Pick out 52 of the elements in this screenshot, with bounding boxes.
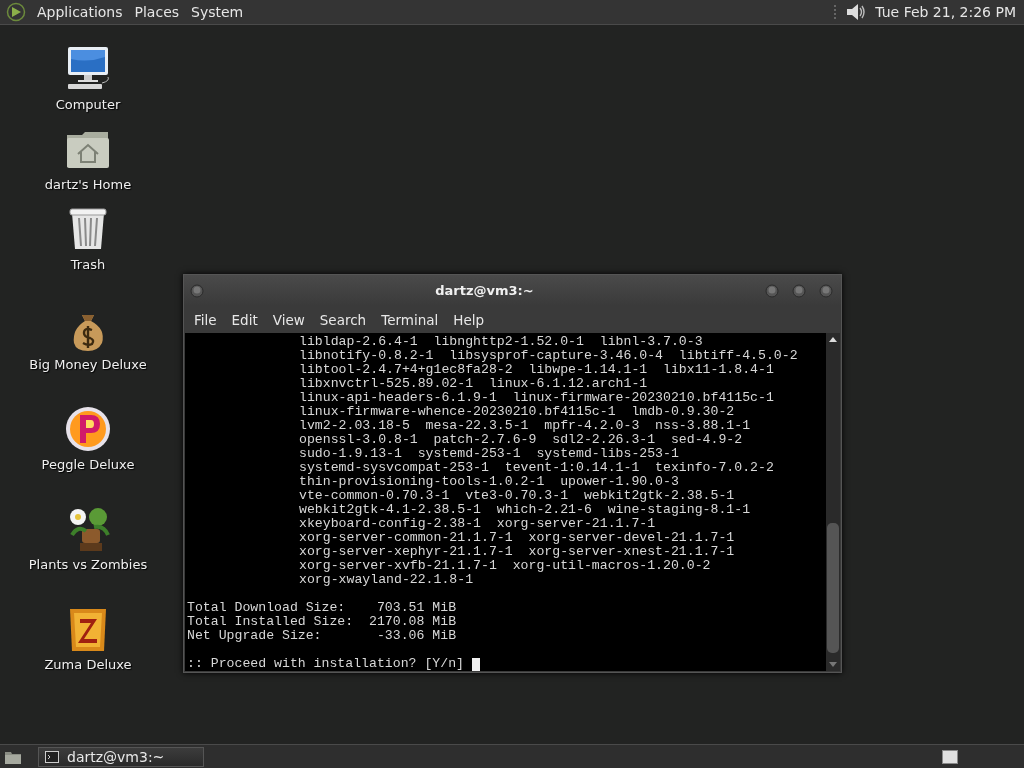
terminal-line: xorg-server-common-21.1.7-1 xorg-server-devel-21.1.7-1 — [298, 531, 736, 545]
menu-item[interactable]: Search — [313, 311, 373, 328]
terminal-line: openssl-3.0.8-1 patch-2.7.6-9 sdl2-2.26.3-1 sed-4.9-2 — [298, 433, 744, 447]
terminal-icon — [45, 750, 59, 763]
terminal-line: xkeyboard-config-2.38-1 xorg-server-21.1.7-1 — [298, 517, 657, 531]
scrollbar-thumb[interactable] — [827, 523, 839, 653]
menu-item[interactable]: Terminal — [375, 311, 445, 328]
taskbar-button[interactable]: dartz@vm3:~ — [38, 746, 204, 767]
terminal-line: vte-common-0.70.3-1 vte3-0.70.3-1 webkit2gtk-2.38.5-1 — [298, 489, 736, 503]
panel-menu[interactable]: Places — [129, 4, 187, 20]
icon-label[interactable]: Big Money Deluxe — [29, 357, 147, 372]
terminal-line: sudo-1.9.13-1 systemd-253-1 systemd-libs-253-1 — [298, 447, 680, 461]
text-cursor — [472, 657, 480, 671]
terminal-line: lvm2-2.03.18-5 mesa-22.3.5-1 mpfr-4.2.0-3 nss-3.88.1-1 — [298, 419, 752, 433]
terminal-line: Total Download Size: 703.51 MiB — [187, 601, 458, 615]
prompt-text: :: Proceed with installation? [Y/n] — [187, 657, 464, 671]
terminal-line: libldap-2.6.4-1 libnghttp2-1.52.0-1 libnl-3.7.0-3 — [298, 335, 704, 349]
terminal-line: Total Installed Size: 2170.08 MiB — [187, 615, 458, 629]
scroll-up-icon[interactable] — [827, 335, 839, 345]
icon-label[interactable]: Computer — [55, 97, 121, 112]
scroll-down-icon[interactable] — [827, 659, 839, 669]
menu-item[interactable]: View — [266, 311, 311, 328]
terminal-line: libnotify-0.8.2-1 libsysprof-capture-3.46.0-4 libtiff-4.5.0-2 — [298, 349, 799, 363]
icon-label[interactable]: dartz's Home — [44, 177, 132, 192]
window-title: dartz@vm3:~ — [434, 283, 535, 298]
terminal-line: libxnvctrl-525.89.02-1 linux-6.1.12.arch1-1 — [298, 377, 649, 391]
menu-item[interactable]: File — [188, 311, 223, 328]
speaker-icon[interactable] — [845, 2, 868, 22]
icon-label[interactable]: Plants vs Zombies — [28, 557, 148, 572]
terminal-line: systemd-sysvcompat-253-1 tevent-1:0.14.1-1 texinfo-7.0.2-2 — [298, 461, 775, 475]
panel-handle-icon — [833, 3, 838, 21]
terminal-line: Net Upgrade Size: -33.06 MiB — [187, 629, 458, 643]
workspace-switcher[interactable] — [942, 749, 958, 764]
menu-item[interactable]: Help — [447, 311, 491, 328]
icon-label[interactable]: Zuma Deluxe — [44, 657, 132, 672]
terminal-line: linux-firmware-whence-20230210.bf4115c-1 lmdb-0.9.30-2 — [298, 405, 736, 419]
terminal-line: xorg-xwayland-22.1.8-1 — [298, 573, 475, 587]
scrollbar[interactable] — [826, 333, 840, 671]
panel-menu[interactable]: Applications — [32, 4, 130, 20]
menu-logo-icon[interactable] — [6, 2, 26, 22]
panel-menu[interactable]: System — [186, 4, 251, 20]
terminal-line: xorg-server-xephyr-21.1.7-1 xorg-server-xnest-21.1.7-1 — [298, 545, 736, 559]
letter-ball-icon[interactable] — [64, 405, 112, 453]
terminal-line: thin-provisioning-tools-1.0.2-1 upower-1.90.0-3 — [298, 475, 680, 489]
terminal-line: libtool-2.4.7+4+g1ec8fa28-2 libwpe-1.14.1-1 libx11-1.8.4-1 — [298, 363, 775, 377]
terminal-line: xorg-server-xvfb-21.1.7-1 xorg-util-macros-1.20.0-2 — [298, 559, 712, 573]
terminal-line: webkit2gtk-4.1-2.38.5-1 which-2.21-6 wine-staging-8.1-1 — [298, 503, 752, 517]
clock[interactable]: Tue Feb 21, 2:26 PM — [875, 4, 1016, 20]
icon-label[interactable]: Peggle Deluxe — [41, 457, 135, 472]
icon-label[interactable]: Trash — [70, 257, 106, 272]
menu-item[interactable]: Edit — [225, 311, 264, 328]
terminal-line: linux-api-headers-6.1.9-1 linux-firmware-20230210.bf4115c-1 — [298, 391, 775, 405]
